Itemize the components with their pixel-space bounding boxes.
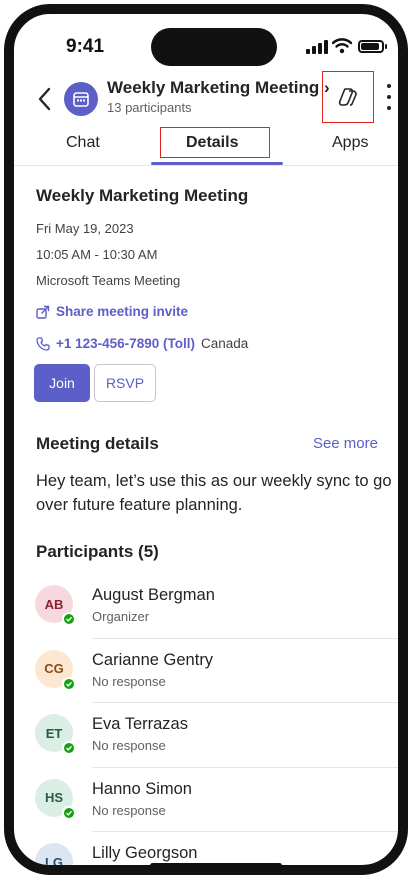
see-more-link[interactable]: See more xyxy=(313,435,378,452)
participant-status: No response xyxy=(92,673,166,689)
share-meeting-invite-link[interactable]: Share meeting invite xyxy=(36,304,188,319)
participant-status: Organizer xyxy=(92,609,150,624)
tab-details[interactable]: Details xyxy=(186,134,238,152)
wifi-icon xyxy=(332,38,352,54)
presence-available-icon xyxy=(62,741,76,755)
participants-list: AB August Bergman Organizer CG Carianne … xyxy=(14,574,398,875)
copilot-icon xyxy=(338,88,357,106)
participant-name: August Bergman xyxy=(92,586,215,604)
participant-name: Hanno Simon xyxy=(92,779,192,798)
dial-in-phone-link[interactable]: +1 123-456-7890 (Toll) Canada xyxy=(36,336,248,351)
presence-available-icon xyxy=(62,805,76,820)
status-bar: 9:41 xyxy=(14,14,398,74)
status-time: 9:41 xyxy=(66,36,105,57)
home-indicator[interactable] xyxy=(150,863,282,865)
more-vertical-icon[interactable] xyxy=(384,84,394,110)
meeting-details-heading: Meeting details xyxy=(36,434,159,453)
tab-apps[interactable]: Apps xyxy=(332,134,368,152)
meeting-date: Fri May 19, 2023 xyxy=(36,221,134,236)
join-button[interactable]: Join xyxy=(34,364,90,402)
presence-available-icon xyxy=(62,676,76,691)
tab-divider xyxy=(14,165,398,166)
participant-row[interactable]: CG Carianne Gentry No response xyxy=(14,639,398,703)
participant-name: Eva Terrazas xyxy=(92,715,188,733)
copilot-button[interactable] xyxy=(322,71,374,123)
meeting-avatar xyxy=(64,82,98,116)
cellular-signal-icon xyxy=(306,40,328,54)
presence-available-icon xyxy=(62,612,76,626)
header-title[interactable]: Weekly Marketing Meeting › xyxy=(107,78,330,98)
phone-frame: 9:41 Weekly Marketing Meeting › 13 parti… xyxy=(4,4,408,875)
participant-status: No response xyxy=(92,738,166,753)
participant-row[interactable]: AB August Bergman Organizer xyxy=(14,574,398,639)
participant-row[interactable]: HS Hanno Simon No response xyxy=(14,768,398,832)
battery-icon xyxy=(358,40,387,53)
rsvp-button[interactable]: RSVP xyxy=(94,364,156,402)
phone-icon xyxy=(36,336,50,351)
meeting-description: Hey team, let’s use this as our weekly s… xyxy=(36,472,392,514)
participants-heading: Participants (5) xyxy=(36,542,159,561)
tab-chat[interactable]: Chat xyxy=(66,134,100,152)
chevron-left-icon[interactable] xyxy=(34,84,56,114)
calendar-icon xyxy=(73,92,89,107)
participant-name: Lilly Georgson xyxy=(92,844,198,862)
participant-status: No response xyxy=(92,802,166,818)
presence-available-icon xyxy=(62,870,76,875)
meeting-title: Weekly Marketing Meeting xyxy=(36,186,249,205)
dynamic-island xyxy=(151,28,277,66)
participant-name: Carianne Gentry xyxy=(92,650,214,669)
participant-row[interactable]: ET Eva Terrazas No response xyxy=(14,703,398,768)
participant-status: Accepted xyxy=(92,867,147,875)
participant-row[interactable]: LG Lilly Georgson Accepted xyxy=(14,832,398,875)
avatar: LG xyxy=(35,843,73,865)
share-icon xyxy=(36,305,50,319)
header-subtitle: 13 participants xyxy=(107,100,192,115)
meeting-time: 10:05 AM - 10:30 AM xyxy=(36,247,158,262)
meeting-type: Microsoft Teams Meeting xyxy=(36,273,181,288)
